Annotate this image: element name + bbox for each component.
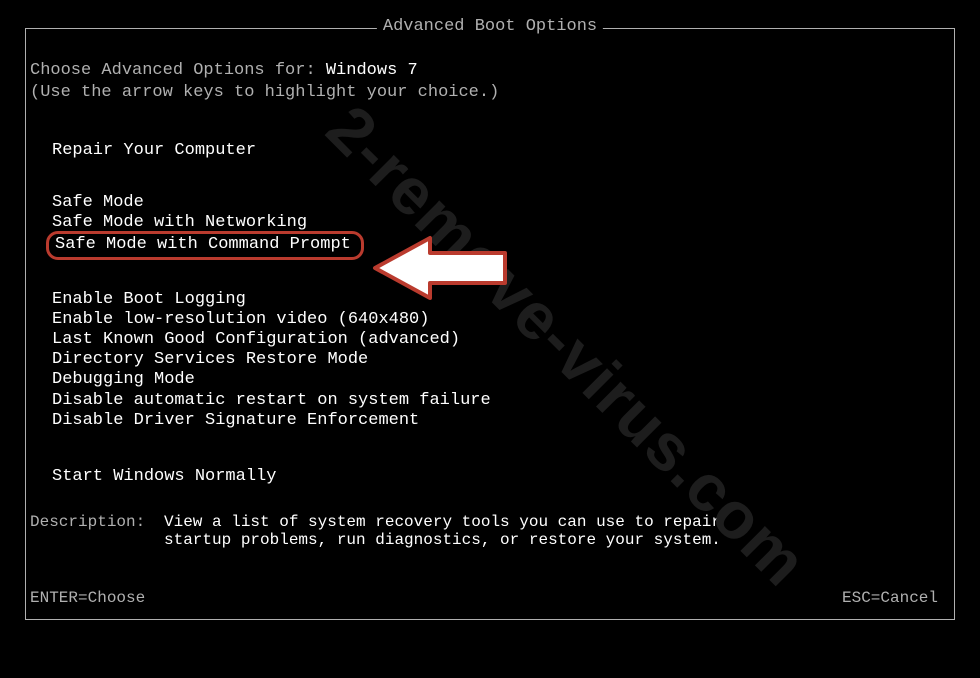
- menu-boot-logging[interactable]: Enable Boot Logging: [52, 290, 954, 310]
- footer-enter: ENTER=Choose: [30, 589, 145, 607]
- description-text: View a list of system recovery tools you…: [164, 513, 724, 549]
- footer-esc: ESC=Cancel: [842, 589, 938, 607]
- menu-dsrm[interactable]: Directory Services Restore Mode: [52, 350, 954, 370]
- prompt-prefix: Choose Advanced Options for:: [30, 61, 326, 80]
- description-row: Description: View a list of system recov…: [30, 513, 724, 549]
- menu-safe-mode-cmd[interactable]: Safe Mode with Command Prompt: [52, 233, 954, 258]
- hint-text: (Use the arrow keys to highlight your ch…: [30, 83, 954, 103]
- menu-no-restart[interactable]: Disable automatic restart on system fail…: [52, 391, 954, 411]
- menu-start-normally[interactable]: Start Windows Normally: [52, 467, 954, 487]
- menu-repair-computer[interactable]: Repair Your Computer: [52, 141, 954, 161]
- os-name: Windows 7: [326, 61, 418, 80]
- menu-debug[interactable]: Debugging Mode: [52, 370, 954, 390]
- menu-last-known[interactable]: Last Known Good Configuration (advanced): [52, 330, 954, 350]
- menu-low-res[interactable]: Enable low-resolution video (640x480): [52, 310, 954, 330]
- content-area: Choose Advanced Options for: Windows 7 (…: [26, 29, 954, 487]
- menu-safe-mode-networking[interactable]: Safe Mode with Networking: [52, 213, 954, 233]
- choose-prompt: Choose Advanced Options for: Windows 7: [30, 61, 954, 81]
- menu-safe-mode[interactable]: Safe Mode: [52, 193, 954, 213]
- title: Advanced Boot Options: [377, 17, 603, 36]
- menu-no-sig[interactable]: Disable Driver Signature Enforcement: [52, 411, 954, 431]
- repair-group: Repair Your Computer: [52, 141, 954, 161]
- description-label: Description:: [30, 513, 164, 549]
- start-normal-group: Start Windows Normally: [52, 467, 954, 487]
- boot-options-screen: Advanced Boot Options Choose Advanced Op…: [25, 28, 955, 620]
- safe-mode-group: Safe Mode Safe Mode with Networking Safe…: [52, 193, 954, 258]
- highlighted-option: Safe Mode with Command Prompt: [46, 231, 364, 260]
- advanced-group: Enable Boot Logging Enable low-resolutio…: [52, 290, 954, 430]
- footer-bar: ENTER=Choose ESC=Cancel: [30, 589, 938, 607]
